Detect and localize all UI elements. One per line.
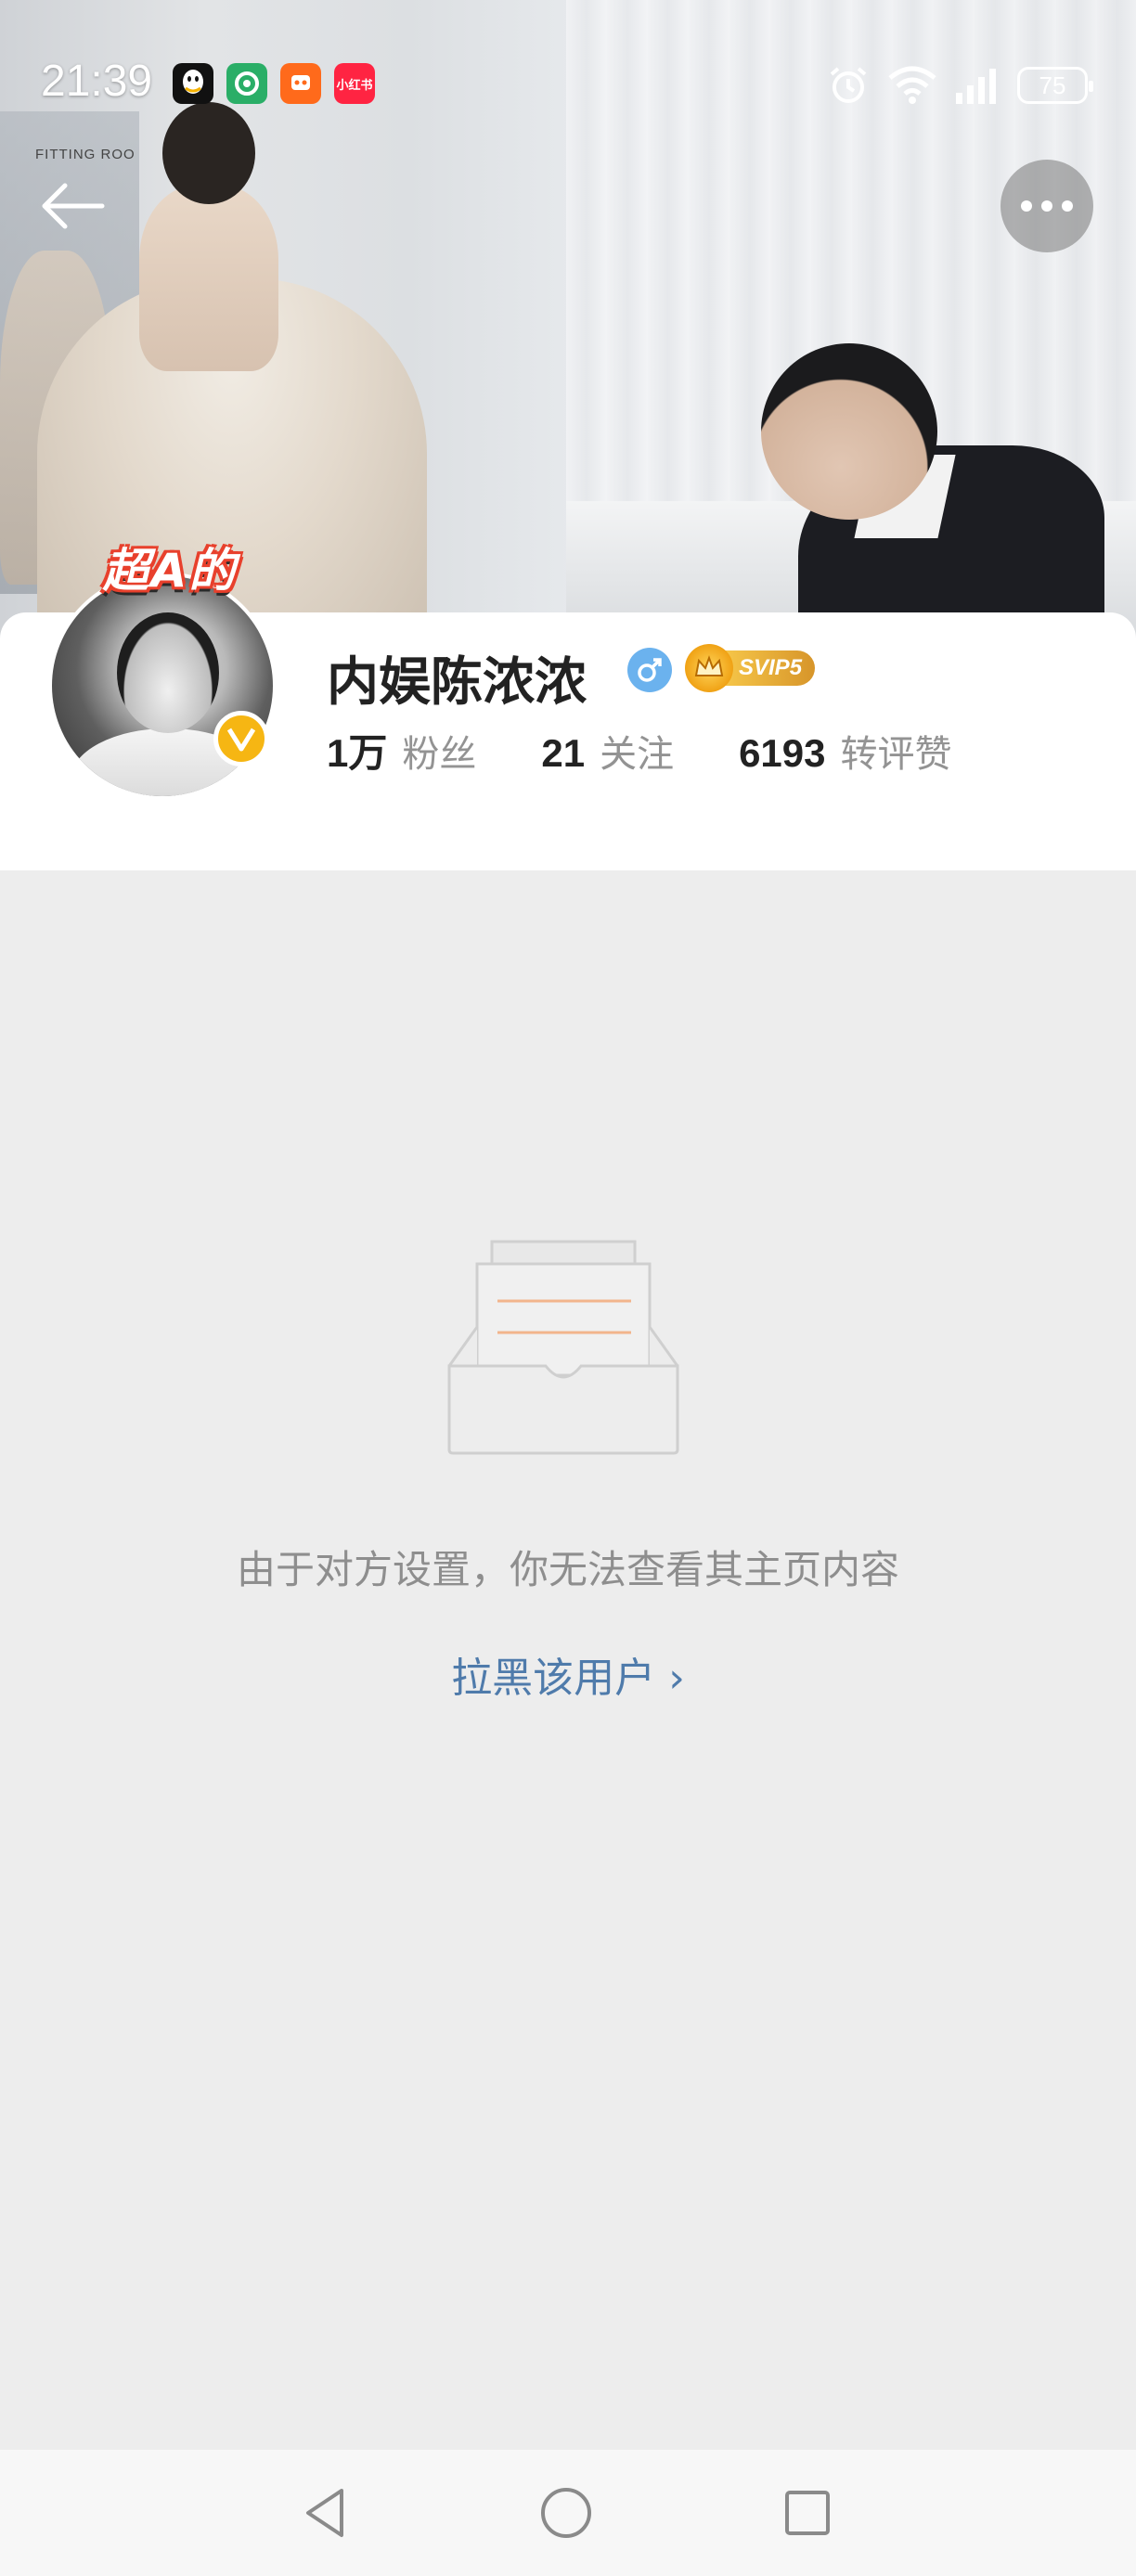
male-gender-icon xyxy=(627,648,672,692)
crown-icon xyxy=(685,644,733,692)
more-dot-icon xyxy=(1021,200,1032,212)
stat-interactions[interactable]: 6193 转评赞 xyxy=(739,724,951,778)
verified-v-icon xyxy=(213,711,269,766)
nav-recents-button[interactable] xyxy=(770,2476,845,2550)
system-nav-bar xyxy=(0,2450,1136,2576)
more-dot-icon xyxy=(1041,200,1052,212)
block-user-link[interactable]: 拉黑该用户 › xyxy=(0,1644,1136,1704)
stat-interactions-count: 6193 xyxy=(739,731,826,775)
taobao-live-icon xyxy=(280,63,321,104)
back-triangle-icon xyxy=(306,2489,343,2537)
avatar-face xyxy=(117,612,219,733)
svip-label: SVIP5 xyxy=(720,650,816,686)
status-bar: 21:39 小红书 75 xyxy=(0,0,1136,171)
profile-stats: 1万 粉丝 21 关注 6193 转评赞 xyxy=(327,722,1017,779)
avatar-container[interactable]: 超A的 xyxy=(48,544,277,800)
more-dot-icon xyxy=(1062,200,1073,212)
alarm-icon xyxy=(830,67,867,103)
nav-home-button[interactable] xyxy=(529,2476,603,2550)
svip-badge[interactable]: SVIP5 xyxy=(685,644,822,692)
wechat-pay-icon xyxy=(226,63,267,104)
stat-following-label: 关注 xyxy=(600,733,675,776)
cover-pianist-head xyxy=(761,343,937,520)
back-button[interactable] xyxy=(35,176,110,236)
status-time: 21:39 xyxy=(41,57,153,106)
status-right-group: 75 xyxy=(826,59,1093,111)
arrow-left-icon xyxy=(42,183,105,229)
stat-followers-label: 粉丝 xyxy=(402,733,477,776)
cover-bride-body xyxy=(139,186,278,371)
stat-interactions-label: 转评赞 xyxy=(840,733,952,776)
empty-inbox-icon xyxy=(445,1240,691,1455)
signal-icon xyxy=(956,69,996,104)
battery-icon: 75 xyxy=(1017,67,1093,104)
qq-icon xyxy=(173,63,213,104)
block-user-label: 拉黑该用户 xyxy=(451,1655,656,1702)
stat-following-count: 21 xyxy=(541,731,586,775)
empty-state-message: 由于对方设置，你无法查看其主页内容 xyxy=(236,1547,899,1592)
avatar-sticker: 超A的 xyxy=(102,544,238,598)
stat-followers[interactable]: 1万 粉丝 xyxy=(327,722,476,779)
more-options-button[interactable] xyxy=(1000,160,1093,252)
user-name: 内娱陈浓浓 xyxy=(327,652,587,713)
stat-following[interactable]: 21 关注 xyxy=(541,724,674,778)
xiaohongshu-icon: 小红书 xyxy=(334,63,375,104)
home-circle-icon xyxy=(541,2488,591,2538)
recents-square-icon xyxy=(785,2491,830,2535)
chevron-right-icon: › xyxy=(668,1655,685,1702)
wifi-icon xyxy=(888,66,936,104)
stat-followers-count: 1万 xyxy=(327,731,388,775)
nav-back-button[interactable] xyxy=(288,2476,362,2550)
